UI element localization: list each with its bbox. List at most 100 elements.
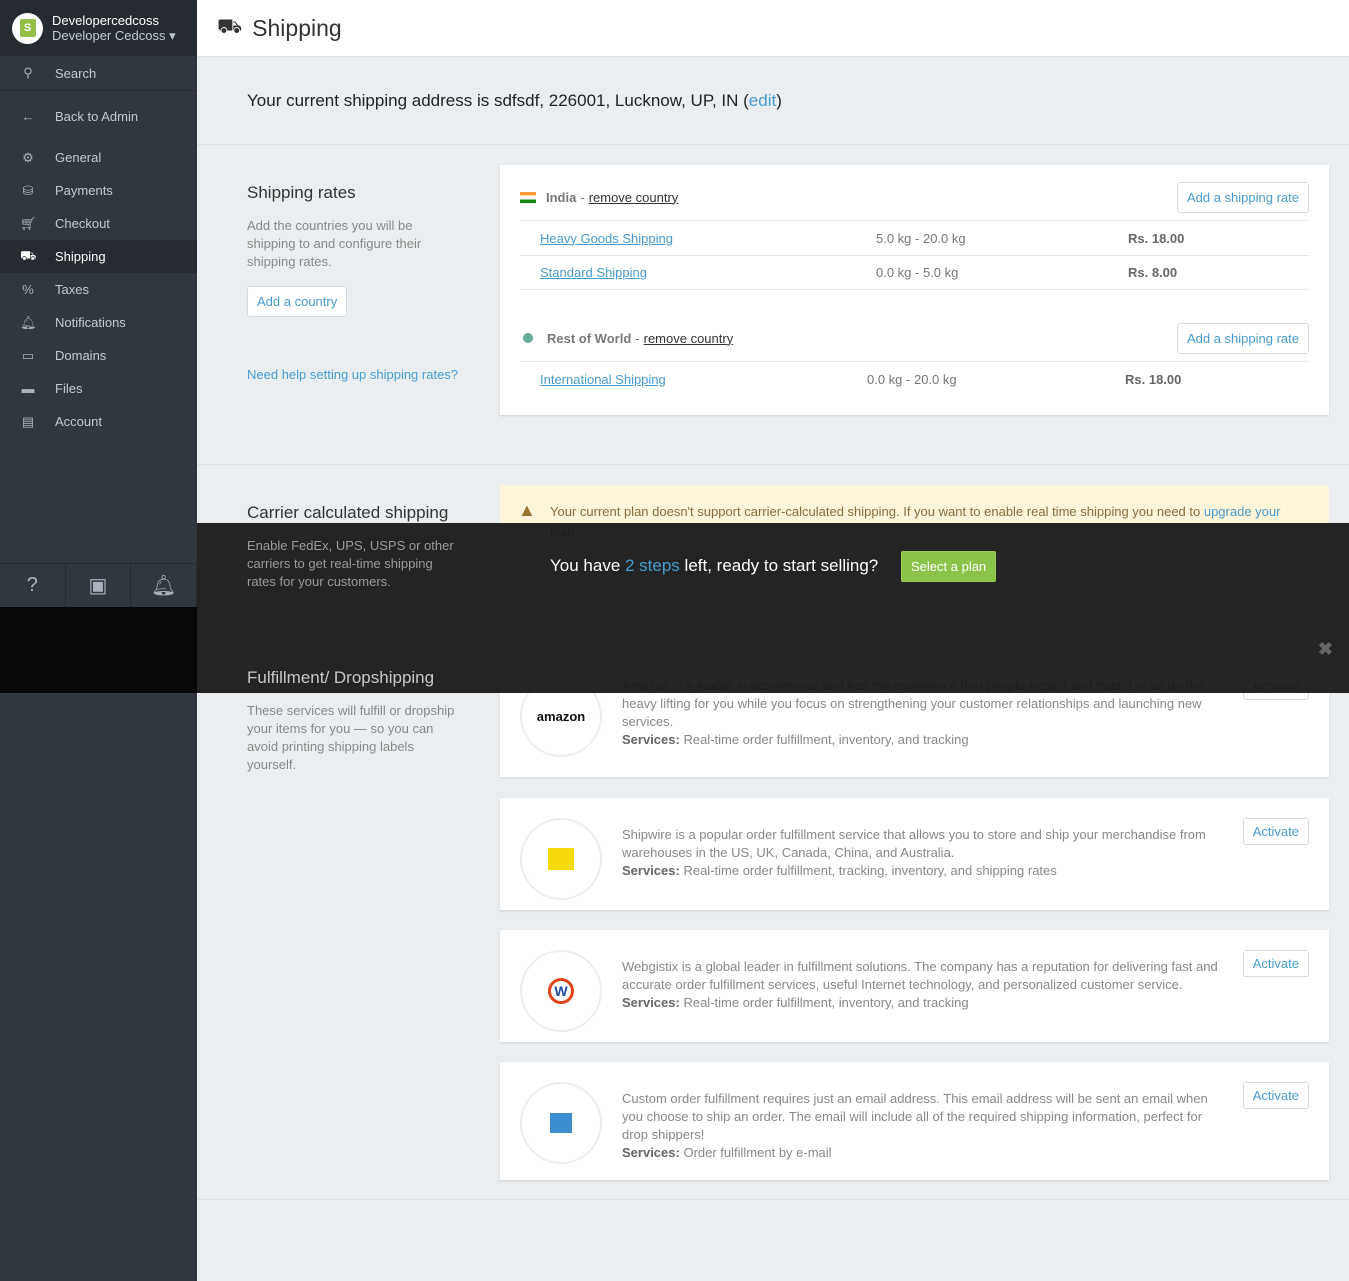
- gear-icon: ⚙: [22, 149, 34, 165]
- rate-link[interactable]: Standard Shipping: [540, 265, 647, 280]
- shopify-logo: S: [12, 12, 43, 44]
- notice-text: Your current plan doesn't support carrie…: [550, 504, 1204, 519]
- sidebar-item-payments[interactable]: ⛁ Payments: [0, 174, 197, 207]
- steps-link[interactable]: 2 steps: [625, 556, 680, 575]
- rate-row: International Shipping 0.0 kg - 20.0 kg Rs…: [520, 361, 1309, 396]
- rate-link[interactable]: International Shipping: [540, 372, 666, 387]
- label: Payments: [55, 183, 113, 198]
- label: Shipping: [55, 249, 106, 264]
- sidebar-item-general[interactable]: ⚙ General: [0, 141, 197, 174]
- remove-country-link[interactable]: remove country: [589, 190, 679, 205]
- bell-icon: 🔔︎: [20, 314, 37, 330]
- provider-custom: Custom order fulfillment requires just a…: [500, 1062, 1329, 1180]
- country-rest-of-world: Rest of World - remove country Add a shi…: [520, 322, 1309, 354]
- section-title: Fulfillment/ Dropshipping: [247, 668, 435, 687]
- label: Account: [55, 414, 102, 429]
- webgistix-logo: W: [520, 950, 602, 1032]
- sidebar-search[interactable]: ⚲ Search: [0, 56, 197, 91]
- services-label: Services:: [622, 1145, 680, 1160]
- percent-icon: %: [22, 282, 34, 297]
- store-switcher[interactable]: S Developercedcoss Developer Cedcoss ▾: [0, 0, 197, 56]
- label: Notifications: [55, 315, 126, 330]
- sidebar-item-taxes[interactable]: % Taxes: [0, 273, 197, 306]
- section-desc: These services will fulfill or dropship …: [247, 703, 455, 772]
- services-label: Services:: [622, 732, 680, 747]
- sidebar-item-checkout[interactable]: 🛒︎ Checkout: [0, 207, 197, 240]
- shipping-rates-section: Shipping rates Add the countries you wil…: [197, 145, 1349, 465]
- label: Domains: [55, 348, 107, 363]
- services: Real-time order fulfillment, tracking, i…: [683, 863, 1057, 878]
- arrow-left-icon: ←: [21, 108, 35, 124]
- box-icon: [520, 1082, 602, 1164]
- provider-shipwire: Shipwire is a popular order fulfillment …: [500, 798, 1329, 910]
- rate-price: Rs. 18.00: [1128, 230, 1185, 246]
- close-icon[interactable]: ✖: [1318, 639, 1333, 660]
- shipwire-logo: [520, 818, 602, 900]
- help-link[interactable]: Need help setting up shipping rates?: [247, 367, 458, 382]
- rate-weight: 5.0 kg - 20.0 kg: [876, 230, 966, 246]
- paren: ): [776, 91, 782, 110]
- provider-desc: Shipwire is a popular order fulfillment …: [622, 827, 1206, 860]
- warning-icon: ▲: [518, 500, 536, 520]
- rate-weight: 0.0 kg - 5.0 kg: [876, 265, 959, 280]
- label: Checkout: [55, 216, 110, 231]
- globe-icon: [523, 333, 533, 343]
- user-name: Developer Cedcoss ▾: [52, 27, 176, 43]
- search-label: Search: [55, 65, 97, 81]
- sidebar-item-shipping[interactable]: ⛟ Shipping: [0, 240, 197, 273]
- country-name: Rest of World: [547, 330, 632, 346]
- shipping-address: Your current shipping address is sdfsdf,…: [197, 57, 1349, 145]
- services-label: Services:: [622, 863, 680, 878]
- section-title: Shipping rates: [247, 183, 356, 202]
- search-icon: ⚲: [23, 65, 33, 80]
- rate-row: Standard Shipping 0.0 kg - 5.0 kg Rs. 8.00: [520, 255, 1309, 290]
- country-india: India - remove country Add a shipping ra…: [520, 181, 1309, 213]
- activate-button[interactable]: Activate: [1242, 818, 1309, 845]
- india-flag-icon: [520, 191, 536, 203]
- dashboard-icon[interactable]: ▣: [66, 564, 132, 607]
- back-to-admin[interactable]: ← Back to Admin: [0, 91, 197, 141]
- rates-card: India - remove country Add a shipping ra…: [500, 165, 1329, 415]
- store-name: Developercedcoss: [52, 12, 159, 28]
- announcements-icon[interactable]: 🔔︎: [131, 564, 198, 607]
- rate-weight: 0.0 kg - 20.0 kg: [867, 371, 957, 387]
- folder-icon: ▬: [21, 381, 35, 396]
- truck-icon: ⛟: [20, 247, 37, 263]
- activate-button[interactable]: Activate: [1242, 950, 1309, 977]
- section-desc: Add the countries you will be shipping t…: [247, 218, 422, 269]
- rate-price: Rs. 8.00: [1128, 265, 1178, 280]
- services: Real-time order fulfillment, inventory, …: [683, 995, 969, 1010]
- help-icon[interactable]: ?: [0, 564, 66, 607]
- rate-price: Rs. 18.00: [1125, 371, 1182, 387]
- section-desc: Enable FedEx, UPS, USPS or other carrier…: [247, 538, 454, 589]
- payments-icon: ⛁: [22, 182, 34, 198]
- page-header: ⛟ Shipping: [197, 0, 1349, 57]
- services: Real-time order fulfillment, inventory, …: [683, 732, 969, 747]
- add-shipping-rate-button[interactable]: Add a shipping rate: [1176, 322, 1309, 354]
- provider-desc: Webgistix is a global leader in fulfillm…: [622, 959, 1218, 992]
- services-label: Services:: [622, 995, 680, 1010]
- onboarding-text: You have 2 steps left, ready to start se…: [550, 556, 879, 575]
- sidebar-item-files[interactable]: ▬ Files: [0, 372, 197, 405]
- section-title: Carrier calculated shipping: [247, 503, 449, 522]
- country-name: India: [546, 189, 577, 205]
- address-text: Your current shipping address is sdfsdf,…: [247, 91, 749, 110]
- add-shipping-rate-button[interactable]: Add a shipping rate: [1176, 181, 1309, 213]
- sidebar-item-notifications[interactable]: 🔔︎ Notifications: [0, 306, 197, 339]
- provider-desc: Custom order fulfillment requires just a…: [622, 1091, 1208, 1142]
- remove-country-link[interactable]: remove country: [644, 331, 734, 346]
- sidebar: S Developercedcoss Developer Cedcoss ▾ ⚲…: [0, 0, 198, 1281]
- www-icon: ▭: [21, 347, 35, 363]
- rate-link[interactable]: Heavy Goods Shipping: [540, 231, 673, 246]
- activate-button[interactable]: Activate: [1242, 1082, 1309, 1109]
- select-plan-button[interactable]: Select a plan: [901, 551, 997, 582]
- label: Files: [55, 381, 83, 396]
- truck-icon: ⛟: [217, 15, 243, 38]
- edit-address-link[interactable]: edit: [749, 91, 776, 110]
- sidebar-item-domains[interactable]: ▭ Domains: [0, 339, 197, 372]
- add-country-button[interactable]: Add a country: [247, 286, 348, 317]
- rate-row: Heavy Goods Shipping 5.0 kg - 20.0 kg Rs. …: [520, 220, 1309, 255]
- back-label: Back to Admin: [55, 108, 139, 124]
- services: Order fulfillment by e-mail: [683, 1145, 832, 1160]
- sidebar-item-account[interactable]: ▤ Account: [0, 405, 197, 438]
